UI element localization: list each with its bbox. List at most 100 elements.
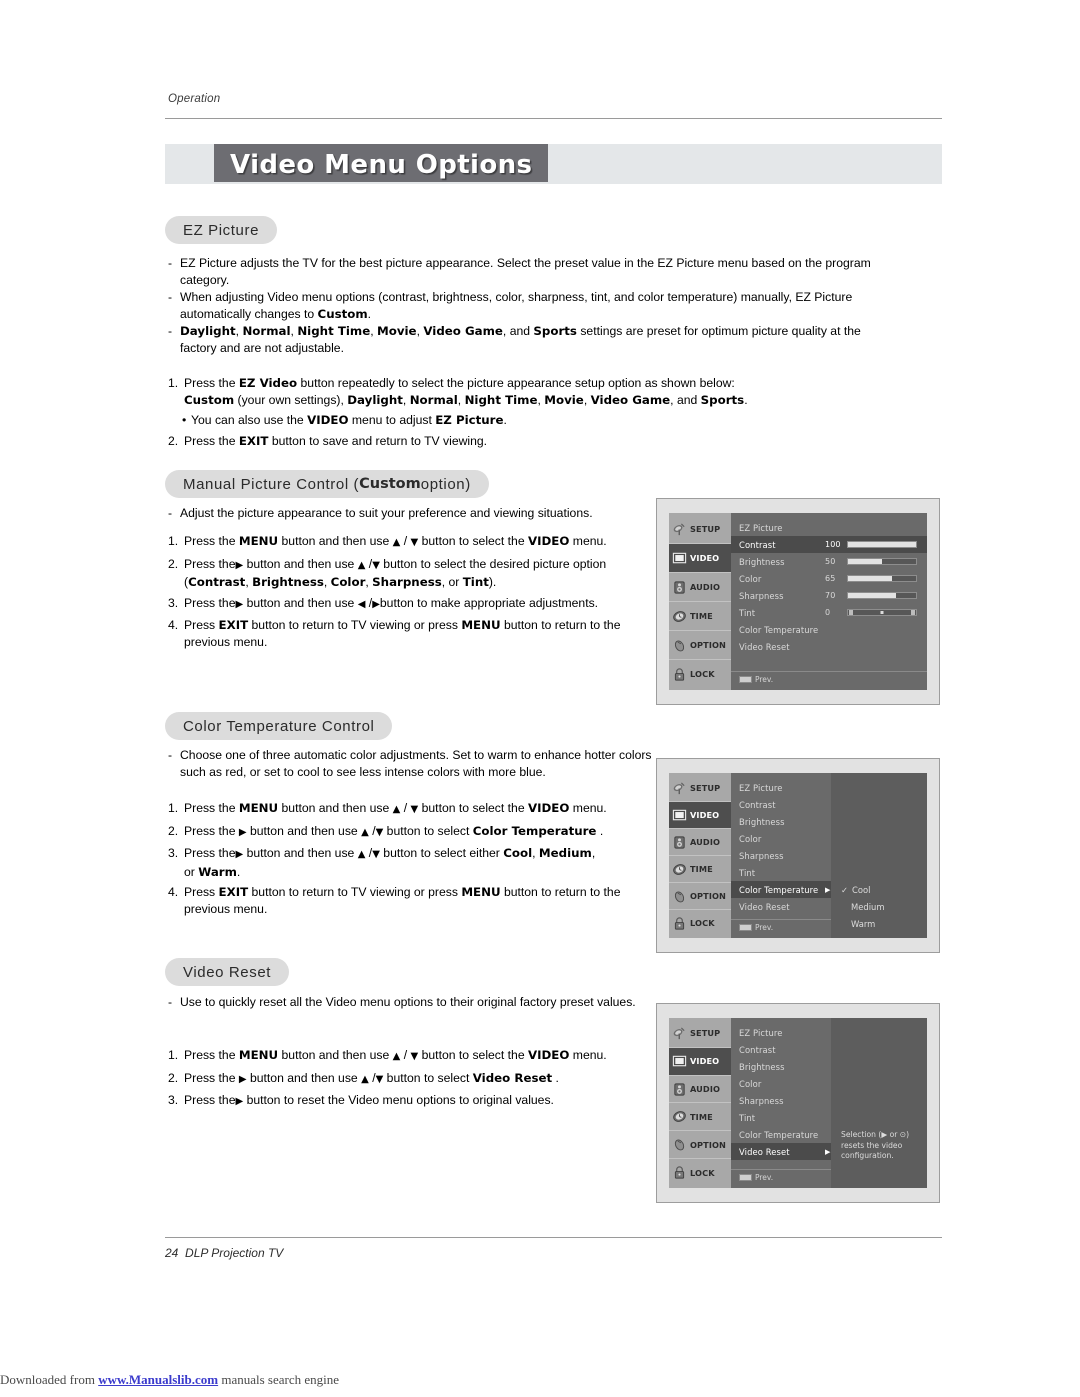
osd-item-label: Color Temperature xyxy=(739,884,819,895)
step-number: 2. xyxy=(168,433,179,448)
osd-item-label: Contrast xyxy=(739,1044,776,1055)
osd-menu-item-video-reset[interactable]: Video Reset ▶ xyxy=(731,1143,831,1160)
osd-prev-bar[interactable]: Prev. xyxy=(731,671,927,684)
osd-menu-item-tint[interactable]: Tint 0 xyxy=(731,604,927,621)
section-chip-ez-picture: EZ Picture xyxy=(165,216,278,244)
osd-menu-item-sharpness[interactable]: Sharpness xyxy=(731,1092,831,1109)
osd-screenshot-video-reset: SETUP VIDEO AUDIO TIME OPTION LOCK EZ Pi… xyxy=(656,1003,940,1203)
up-arrow-icon: ▲ xyxy=(357,849,366,860)
down-arrow-icon: ▼ xyxy=(375,826,384,838)
sidebar-item-time[interactable]: TIME xyxy=(669,856,731,883)
sidebar-item-label: OPTION xyxy=(690,891,727,901)
osd-menu-item-color[interactable]: Color xyxy=(731,830,831,847)
dash-marker: - xyxy=(168,995,173,1009)
osd-menu-item-sharpness[interactable]: Sharpness xyxy=(731,847,831,864)
osd-menu-item-video-reset[interactable]: Video Reset xyxy=(731,638,927,655)
right-arrow-icon: ▶ xyxy=(235,1096,244,1107)
sidebar-item-label: OPTION xyxy=(690,1139,727,1150)
osd-menu-item-contrast[interactable]: Contrast xyxy=(731,1041,831,1058)
list-item: 3. Press the▶ button to reset the Video … xyxy=(168,1092,658,1111)
sidebar-item-setup[interactable]: SETUP xyxy=(669,1020,731,1048)
sidebar-item-lock[interactable]: LOCK xyxy=(669,660,731,688)
sharpness-slider[interactable] xyxy=(847,592,917,599)
osd-item-label: Video Reset xyxy=(739,901,790,912)
dash-marker: - xyxy=(168,256,173,270)
list-item: 2. Press the ▶ button and then use ▲ /▼ … xyxy=(168,1070,658,1089)
up-arrow-icon: ▲ xyxy=(392,1051,401,1062)
sidebar-item-time[interactable]: TIME xyxy=(669,602,731,631)
sidebar-item-label: AUDIO xyxy=(690,1084,721,1095)
list-item: 1. Press the MENU button and then use ▲ … xyxy=(168,800,658,819)
osd-screenshot-manual-picture: SETUP VIDEO AUDIO TIME OPTION LOCK EZ Pi… xyxy=(656,498,940,705)
sidebar-item-video[interactable]: VIDEO xyxy=(669,1047,731,1076)
sidebar-item-audio[interactable]: AUDIO xyxy=(669,573,731,602)
section-chip-label-bold: Custom xyxy=(359,476,421,492)
osd-menu-item-contrast[interactable]: Contrast xyxy=(731,796,831,813)
sidebar-item-lock[interactable]: LOCK xyxy=(669,910,731,936)
osd-screenshot-color-temperature: SETUP VIDEO AUDIO TIME OPTION LOCK EZ Pi… xyxy=(656,758,940,953)
osd-menu-item-tint[interactable]: Tint xyxy=(731,1109,831,1126)
osd-menu-item-ez-picture[interactable]: EZ Picture xyxy=(731,519,927,536)
clock-icon xyxy=(673,1111,686,1123)
osd-menu-item-color-temperature[interactable]: Color Temperature xyxy=(731,1126,831,1143)
sidebar-item-video[interactable]: VIDEO xyxy=(669,544,731,573)
prev-label: Prev. xyxy=(755,1173,774,1182)
contrast-slider[interactable] xyxy=(847,541,917,548)
osd-menu-item-ez-picture[interactable]: EZ Picture xyxy=(731,1024,831,1041)
osd-menu-item-color[interactable]: Color 65 xyxy=(731,570,927,587)
ez-picture-bullets: - EZ Picture adjusts the TV for the best… xyxy=(168,255,900,357)
submenu-option-medium[interactable]: Medium xyxy=(831,898,927,915)
list-item: • You can also use the VIDEO menu to adj… xyxy=(168,412,900,429)
sidebar-item-option[interactable]: OPTION xyxy=(669,883,731,910)
osd-menu-item-tint[interactable]: Tint xyxy=(731,864,831,881)
osd-menu-item-video-reset[interactable]: Video Reset xyxy=(731,898,831,915)
osd-content: EZ Picture Contrast Brightness Color Sha… xyxy=(731,1018,927,1188)
section-chip-label-post: option) xyxy=(420,475,471,493)
sidebar-item-time[interactable]: TIME xyxy=(669,1103,731,1132)
step-number: 4. xyxy=(168,885,179,899)
tint-slider[interactable] xyxy=(847,609,917,616)
osd-menu-item-sharpness[interactable]: Sharpness 70 xyxy=(731,587,927,604)
osd-prev-bar[interactable]: Prev. xyxy=(731,1169,831,1182)
brightness-slider[interactable] xyxy=(847,558,917,565)
manualslib-link[interactable]: www.Manualslib.com xyxy=(98,1372,218,1387)
footer: 24 DLP Projection TV xyxy=(165,1246,283,1260)
osd-menu-item-brightness[interactable]: Brightness 50 xyxy=(731,553,927,570)
color-slider[interactable] xyxy=(847,575,917,582)
osd-hint-panel-video-reset: Selection (▶ or ⊙) resets the video conf… xyxy=(831,1018,927,1188)
submenu-option-warm[interactable]: Warm xyxy=(831,915,927,932)
submenu-option-label: Medium xyxy=(851,901,885,912)
osd-menu-list: EZ Picture Contrast Brightness Color Sha… xyxy=(731,1018,831,1188)
sidebar-item-option[interactable]: OPTION xyxy=(669,631,731,660)
sidebar-item-video[interactable]: VIDEO xyxy=(669,802,731,829)
submenu-option-cool[interactable]: ✓ Cool xyxy=(831,881,927,898)
osd-item-label: EZ Picture xyxy=(739,522,783,533)
osd-window: SETUP VIDEO AUDIO TIME OPTION LOCK EZ Pi… xyxy=(669,1018,927,1188)
download-prefix: Downloaded from xyxy=(0,1372,99,1387)
submenu-option-label: Warm xyxy=(851,918,876,929)
satellite-dish-icon xyxy=(673,781,685,794)
sidebar-item-audio[interactable]: AUDIO xyxy=(669,829,731,856)
sidebar-item-audio[interactable]: AUDIO xyxy=(669,1076,731,1104)
tint-knob[interactable] xyxy=(880,611,884,614)
sidebar-item-lock[interactable]: LOCK xyxy=(669,1159,731,1186)
osd-menu-item-brightness[interactable]: Brightness xyxy=(731,813,831,830)
osd-menu-item-brightness[interactable]: Brightness xyxy=(731,1058,831,1075)
list-item: - Use to quickly reset all the Video men… xyxy=(168,994,648,1011)
sidebar-item-setup[interactable]: SETUP xyxy=(669,775,731,802)
padlock-icon xyxy=(674,1166,685,1179)
bullet-text: Daylight, Normal, Night Time, Movie, Vid… xyxy=(180,324,861,355)
clock-icon xyxy=(673,610,686,622)
osd-menu-item-color-temperature[interactable]: Color Temperature xyxy=(731,621,927,638)
osd-prev-bar[interactable]: Prev. xyxy=(731,919,831,932)
note-text: You can also use the VIDEO menu to adjus… xyxy=(191,413,507,427)
bullet-text: EZ Picture adjusts the TV for the best p… xyxy=(180,256,871,287)
sidebar-item-setup[interactable]: SETUP xyxy=(669,515,731,544)
sidebar-item-option[interactable]: OPTION xyxy=(669,1131,731,1160)
osd-menu-item-ez-picture[interactable]: EZ Picture xyxy=(731,779,831,796)
bullet-text: Use to quickly reset all the Video menu … xyxy=(180,995,636,1009)
osd-menu-item-contrast[interactable]: Contrast 100 xyxy=(731,536,927,553)
osd-menu-item-color[interactable]: Color xyxy=(731,1075,831,1092)
right-arrow-icon: ▶ xyxy=(238,1073,247,1085)
osd-menu-item-color-temperature[interactable]: Color Temperature ▶ xyxy=(731,881,831,898)
